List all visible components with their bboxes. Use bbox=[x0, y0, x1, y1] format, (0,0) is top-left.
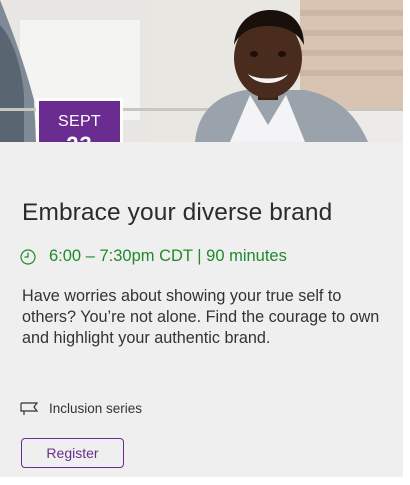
event-day: 23 bbox=[39, 132, 120, 142]
event-time-text: 6:00 – 7:30pm CDT | 90 minutes bbox=[49, 247, 287, 265]
flag-icon bbox=[20, 401, 40, 416]
event-title: Embrace your diverse brand bbox=[22, 199, 333, 226]
event-series: Inclusion series bbox=[20, 401, 142, 416]
event-time: 6:00 – 7:30pm CDT | 90 minutes bbox=[20, 247, 287, 266]
event-description: Have worries about showing your true sel… bbox=[22, 287, 380, 347]
clock-icon bbox=[20, 248, 36, 265]
event-month: SEPT bbox=[58, 113, 101, 130]
date-badge: SEPT 23 bbox=[36, 98, 123, 142]
date-badge-inner: SEPT 23 bbox=[39, 101, 120, 142]
register-button[interactable]: Register bbox=[21, 438, 124, 468]
event-hero-image: SEPT 23 bbox=[0, 0, 403, 142]
event-card: SEPT 23 Embrace your diverse brand 6:00 … bbox=[0, 0, 403, 477]
event-series-label: Inclusion series bbox=[49, 401, 143, 416]
